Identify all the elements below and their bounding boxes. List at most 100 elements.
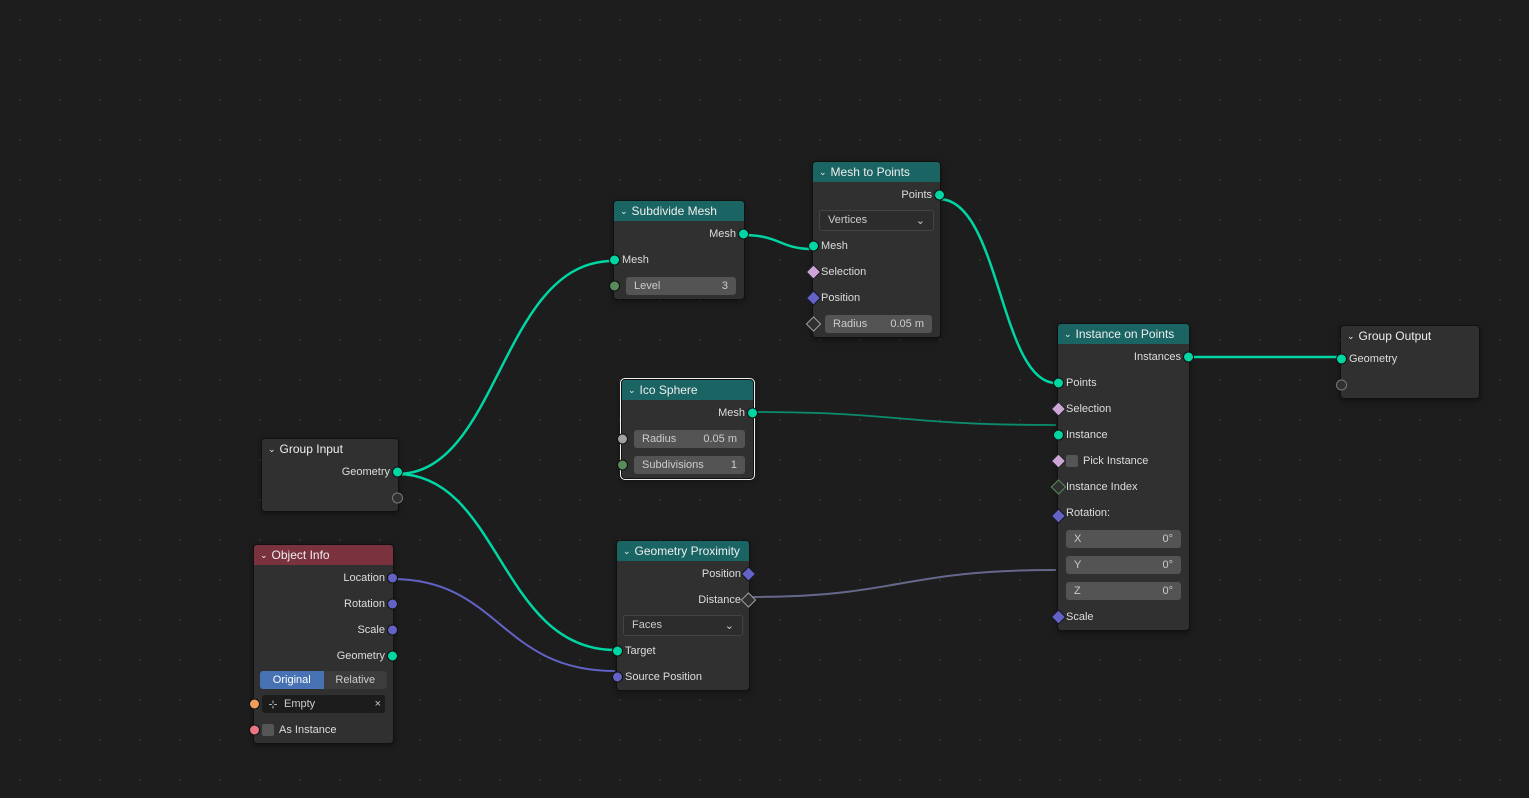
socket-empty[interactable] — [1336, 380, 1347, 391]
output-mesh: Mesh — [709, 228, 736, 240]
node-geometry-proximity[interactable]: ⌄Geometry Proximity Position Distance Fa… — [616, 540, 750, 691]
node-header[interactable]: ⌄Group Output — [1341, 326, 1479, 346]
node-header[interactable]: ⌄ Instance on Points — [1058, 324, 1189, 344]
socket-rotation[interactable] — [387, 599, 398, 610]
socket-mesh-out[interactable] — [747, 408, 758, 419]
node-title: Subdivide Mesh — [632, 204, 717, 218]
input-selection: Selection — [1066, 403, 1111, 415]
socket-position[interactable] — [806, 290, 822, 306]
input-instance: Instance — [1066, 429, 1108, 441]
socket-pick-instance[interactable] — [1051, 453, 1067, 469]
input-source-position: Source Position — [625, 671, 702, 683]
output-position: Position — [702, 568, 741, 580]
socket-source-position[interactable] — [612, 672, 623, 683]
socket-as-instance[interactable] — [249, 725, 260, 736]
node-title: Geometry Proximity — [635, 544, 740, 558]
socket-subdivisions[interactable] — [617, 460, 628, 471]
node-header[interactable]: ⌄ Ico Sphere — [622, 380, 753, 400]
node-header[interactable]: ⌄Mesh to Points — [813, 162, 940, 182]
socket-empty-out[interactable] — [392, 493, 403, 504]
chevron-down-icon: ⌄ — [268, 444, 276, 455]
socket-position[interactable] — [741, 566, 757, 582]
socket-scale[interactable] — [387, 625, 398, 636]
output-rotation: Rotation — [344, 598, 385, 610]
label-pick-instance: Pick Instance — [1083, 455, 1148, 467]
socket-instance-index[interactable] — [1051, 479, 1067, 495]
socket-selection[interactable] — [1051, 401, 1067, 417]
dropdown-target-element[interactable]: Faces⌄ — [623, 615, 743, 636]
output-instances: Instances — [1134, 351, 1181, 363]
input-target: Target — [625, 645, 656, 657]
socket-level[interactable] — [609, 281, 620, 292]
output-geometry: Geometry — [342, 466, 390, 478]
socket-geometry-out[interactable] — [392, 467, 403, 478]
node-subdivide-mesh[interactable]: ⌄ Subdivide Mesh Mesh Mesh Level3 — [613, 200, 745, 300]
checkbox-as-instance[interactable] — [262, 724, 274, 736]
node-header[interactable]: ⌄ Subdivide Mesh — [614, 201, 744, 221]
output-mesh: Mesh — [718, 407, 745, 419]
close-icon[interactable]: × — [375, 698, 381, 710]
input-mesh: Mesh — [821, 240, 848, 252]
node-header[interactable]: ⌄ Geometry Proximity — [617, 541, 749, 561]
socket-location[interactable] — [387, 573, 398, 584]
btn-original[interactable]: Original — [260, 671, 324, 689]
output-scale: Scale — [357, 624, 385, 636]
node-title: Object Info — [272, 548, 330, 562]
socket-geometry[interactable] — [1336, 354, 1347, 365]
field-level[interactable]: Level3 — [626, 277, 736, 295]
chevron-down-icon: ⌄ — [628, 385, 636, 396]
output-location: Location — [343, 572, 385, 584]
input-mesh: Mesh — [622, 254, 649, 266]
node-title: Ico Sphere — [640, 383, 698, 397]
output-geometry: Geometry — [337, 650, 385, 662]
input-selection: Selection — [821, 266, 866, 278]
node-group-input[interactable]: ⌄ Group Input Geometry — [261, 438, 399, 512]
node-mesh-to-points[interactable]: ⌄Mesh to Points Points Vertices⌄ Mesh Se… — [812, 161, 941, 338]
socket-target[interactable] — [612, 646, 623, 657]
input-instance-index: Instance Index — [1066, 481, 1138, 493]
socket-mesh-out[interactable] — [738, 229, 749, 240]
dropdown-mode[interactable]: Vertices⌄ — [819, 210, 934, 231]
chevron-down-icon: ⌄ — [620, 206, 628, 217]
socket-object[interactable] — [249, 699, 260, 710]
socket-scale[interactable] — [1051, 609, 1067, 625]
socket-instance[interactable] — [1053, 430, 1064, 441]
chevron-down-icon: ⌄ — [1347, 331, 1355, 342]
node-ico-sphere[interactable]: ⌄ Ico Sphere Mesh Radius0.05 m Subdivisio… — [621, 379, 754, 479]
field-rotation-x[interactable]: X0° — [1066, 530, 1181, 548]
socket-mesh[interactable] — [808, 241, 819, 252]
node-title: Group Input — [280, 442, 343, 456]
socket-radius[interactable] — [617, 434, 628, 445]
socket-distance[interactable] — [741, 592, 757, 608]
field-rotation-y[interactable]: Y0° — [1066, 556, 1181, 574]
field-radius[interactable]: Radius0.05 m — [634, 430, 745, 448]
field-radius[interactable]: Radius0.05 m — [825, 315, 932, 333]
chevron-down-icon: ⌄ — [623, 546, 631, 557]
label-rotation: Rotation: — [1066, 507, 1110, 519]
node-title: Mesh to Points — [831, 165, 910, 179]
socket-selection[interactable] — [806, 264, 822, 280]
btn-relative[interactable]: Relative — [324, 671, 388, 689]
input-points: Points — [1066, 377, 1097, 389]
checkbox-pick-instance[interactable] — [1066, 455, 1078, 467]
node-header[interactable]: ⌄Object Info — [254, 545, 393, 565]
chevron-down-icon: ⌄ — [916, 214, 925, 227]
label-as-instance: As Instance — [279, 724, 336, 736]
object-field[interactable]: ⊹ Empty × — [262, 695, 385, 713]
socket-points[interactable] — [1053, 378, 1064, 389]
node-instance-on-points[interactable]: ⌄ Instance on Points Instances Points Sel… — [1057, 323, 1190, 631]
field-subdivisions[interactable]: Subdivisions1 — [634, 456, 745, 474]
socket-instances[interactable] — [1183, 352, 1194, 363]
node-title: Instance on Points — [1076, 327, 1175, 341]
object-name: Empty — [284, 698, 375, 710]
socket-mesh-in[interactable] — [609, 255, 620, 266]
field-rotation-z[interactable]: Z0° — [1066, 582, 1181, 600]
node-group-output[interactable]: ⌄Group Output Geometry — [1340, 325, 1480, 399]
socket-geometry[interactable] — [387, 651, 398, 662]
node-header[interactable]: ⌄ Group Input — [262, 439, 398, 459]
node-object-info[interactable]: ⌄Object Info Location Rotation Scale Geo… — [253, 544, 394, 744]
transform-space-toggle[interactable]: Original Relative — [260, 671, 387, 689]
chevron-down-icon: ⌄ — [1064, 329, 1072, 340]
socket-points-out[interactable] — [934, 190, 945, 201]
socket-radius[interactable] — [806, 316, 822, 332]
